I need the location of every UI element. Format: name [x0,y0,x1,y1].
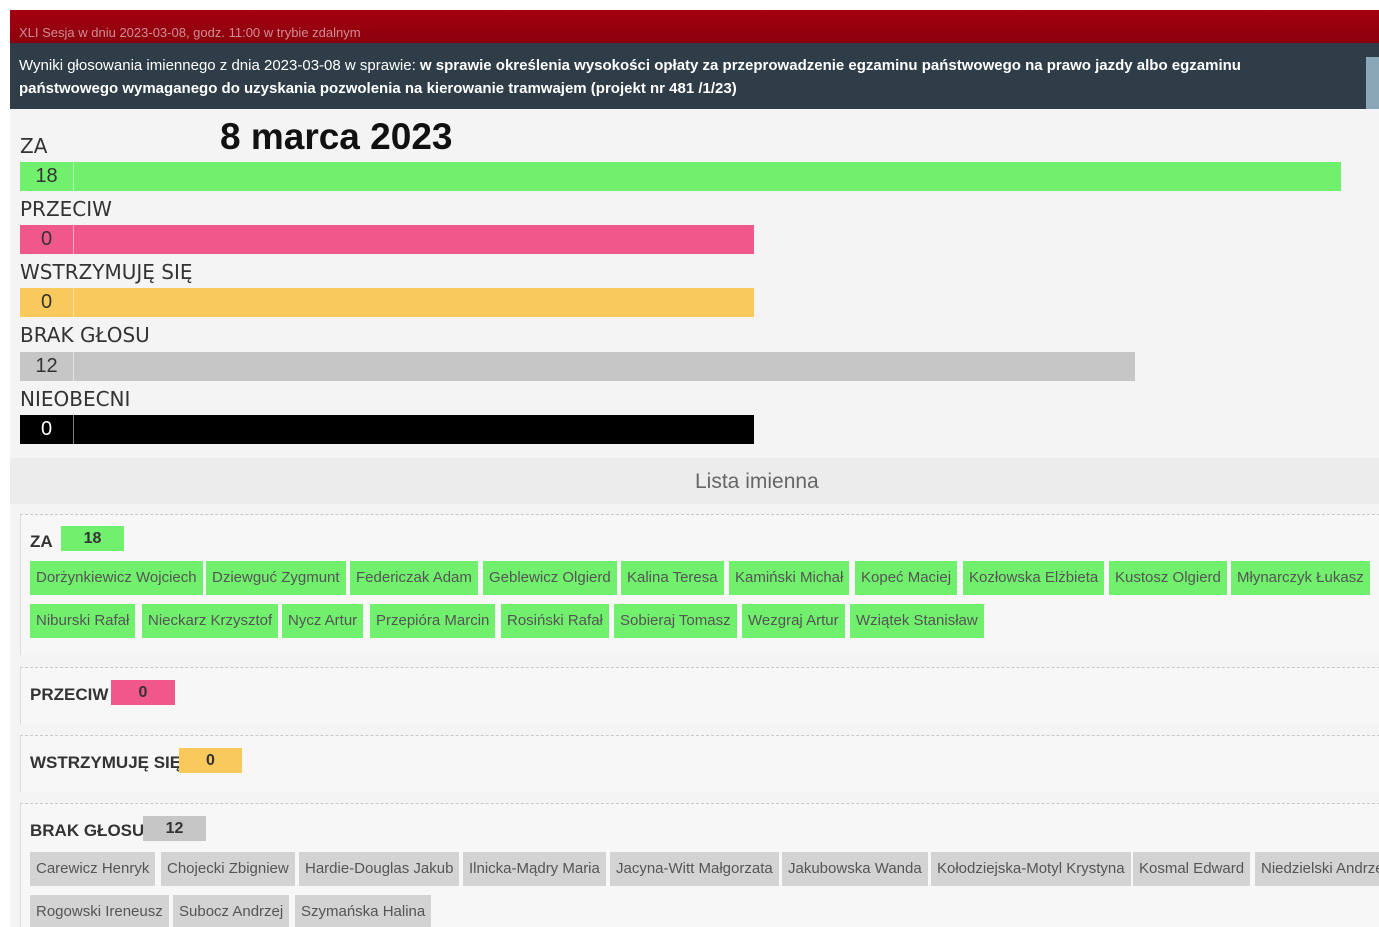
voter-chip: Kustosz Olgierd [1109,561,1227,595]
summary-count-brak: 12 [20,352,74,381]
voter-chip: Kozłowska Elżbieta [963,561,1105,595]
voter-chip: Wziątek Stanisław [850,604,984,638]
group-wstrzymuje: WSTRZYMUJĘ SIĘ 0 [20,735,1379,792]
summary-count-za: 18 [20,162,74,191]
voter-chip: Kalina Teresa [621,561,724,595]
voter-chip: Kopeć Maciej [855,561,958,595]
summary-bar-wstrzymuje: 0 [20,288,754,317]
voter-chip: Dorżynkiewicz Wojciech [30,561,203,595]
voter-chip: Kołodziejska-Motyl Krystyna [931,852,1131,886]
summary-bar-przeciw: 0 [20,225,754,254]
voter-chip: Kosmal Edward [1133,852,1251,886]
list-title: Lista imienna [695,470,819,493]
group-przeciw: PRZECIW 0 [20,667,1379,724]
voter-chip: Sobieraj Tomasz [614,604,737,638]
summary-count-nieobecni: 0 [20,415,74,444]
summary-label-za: ZA [20,134,48,158]
voter-chip: Przepióra Marcin [370,604,496,638]
group-brak: BRAK GŁOSU 12 Carewicz Henryk Chojecki Z… [20,803,1379,927]
voter-chip: Chojecki Zbigniew [161,852,295,886]
group-za-count: 18 [61,526,124,551]
group-przeciw-label: PRZECIW [30,685,109,704]
voter-chip: Geblewicz Olgierd [483,561,617,595]
summary-bar-brak: 12 [20,352,1135,381]
voter-chip: Kamiński Michał [729,561,850,595]
voter-chip: Dziewguć Zygmunt [206,561,346,595]
summary-count-przeciw: 0 [20,225,74,254]
voter-chip: Rosiński Rafał [501,604,609,638]
voter-chip: Ilnicka-Mądry Maria [463,852,606,886]
voter-chip: Carewicz Henryk [30,852,156,886]
results-info-bar: Wyniki głosowania imiennego z dnia 2023-… [10,43,1379,109]
group-za: ZA 18 Dorżynkiewicz Wojciech Dziewguć Zy… [20,514,1379,655]
voter-chip: Nieckarz Krzysztof [142,604,279,638]
summary-label-brak: BRAK GŁOSU [20,323,150,347]
voter-chip: Jacyna-Witt Małgorzata [610,852,779,886]
summary-count-wstrzymuje: 0 [20,288,74,317]
summary-bar-za: 18 [20,162,1341,191]
date-overlay: 8 marca 2023 [220,116,453,157]
group-przeciw-count: 0 [111,680,175,705]
session-title: XLI Sesja w dniu 2023-03-08, godz. 11:00… [19,25,361,40]
voting-results-screen: XLI Sesja w dniu 2023-03-08, godz. 11:00… [10,10,1379,927]
voter-chip: Młynarczyk Łukasz [1231,561,1370,595]
voter-chip: Subocz Andrzej [173,895,290,927]
voter-chip: Hardie-Douglas Jakub [299,852,460,886]
session-bar: XLI Sesja w dniu 2023-03-08, godz. 11:00… [10,10,1379,43]
summary-bar-nieobecni: 0 [20,415,754,444]
summary-label-nieobecni: NIEOBECNI [20,387,131,411]
voter-chip: Rogowski Ireneusz [30,895,169,927]
voter-chip: Niburski Rafał [30,604,136,638]
voter-chip: Wezgraj Artur [742,604,845,638]
voter-chip: Nycz Artur [282,604,364,638]
voter-chip: Szymańska Halina [295,895,432,927]
group-brak-count: 12 [143,816,206,841]
results-description: Wyniki głosowania imiennego z dnia 2023-… [19,54,1329,100]
scrollbar[interactable] [1366,57,1379,109]
voter-chip: Jakubowska Wanda [782,852,928,886]
results-prefix: Wyniki głosowania imiennego z dnia 2023-… [19,57,416,74]
list-header: Lista imienna [10,458,1379,504]
voter-chip: Federiczak Adam [350,561,478,595]
group-wstrzymuje-count: 0 [179,748,242,773]
group-za-label: ZA [30,532,53,551]
summary-label-przeciw: PRZECIW [20,197,112,221]
voter-chip: Niedzielski Andrzej [1255,852,1379,886]
group-wstrzymuje-label: WSTRZYMUJĘ SIĘ [30,753,182,772]
summary-label-wstrzymuje: WSTRZYMUJĘ SIĘ [20,260,193,284]
group-brak-label: BRAK GŁOSU [30,821,145,840]
